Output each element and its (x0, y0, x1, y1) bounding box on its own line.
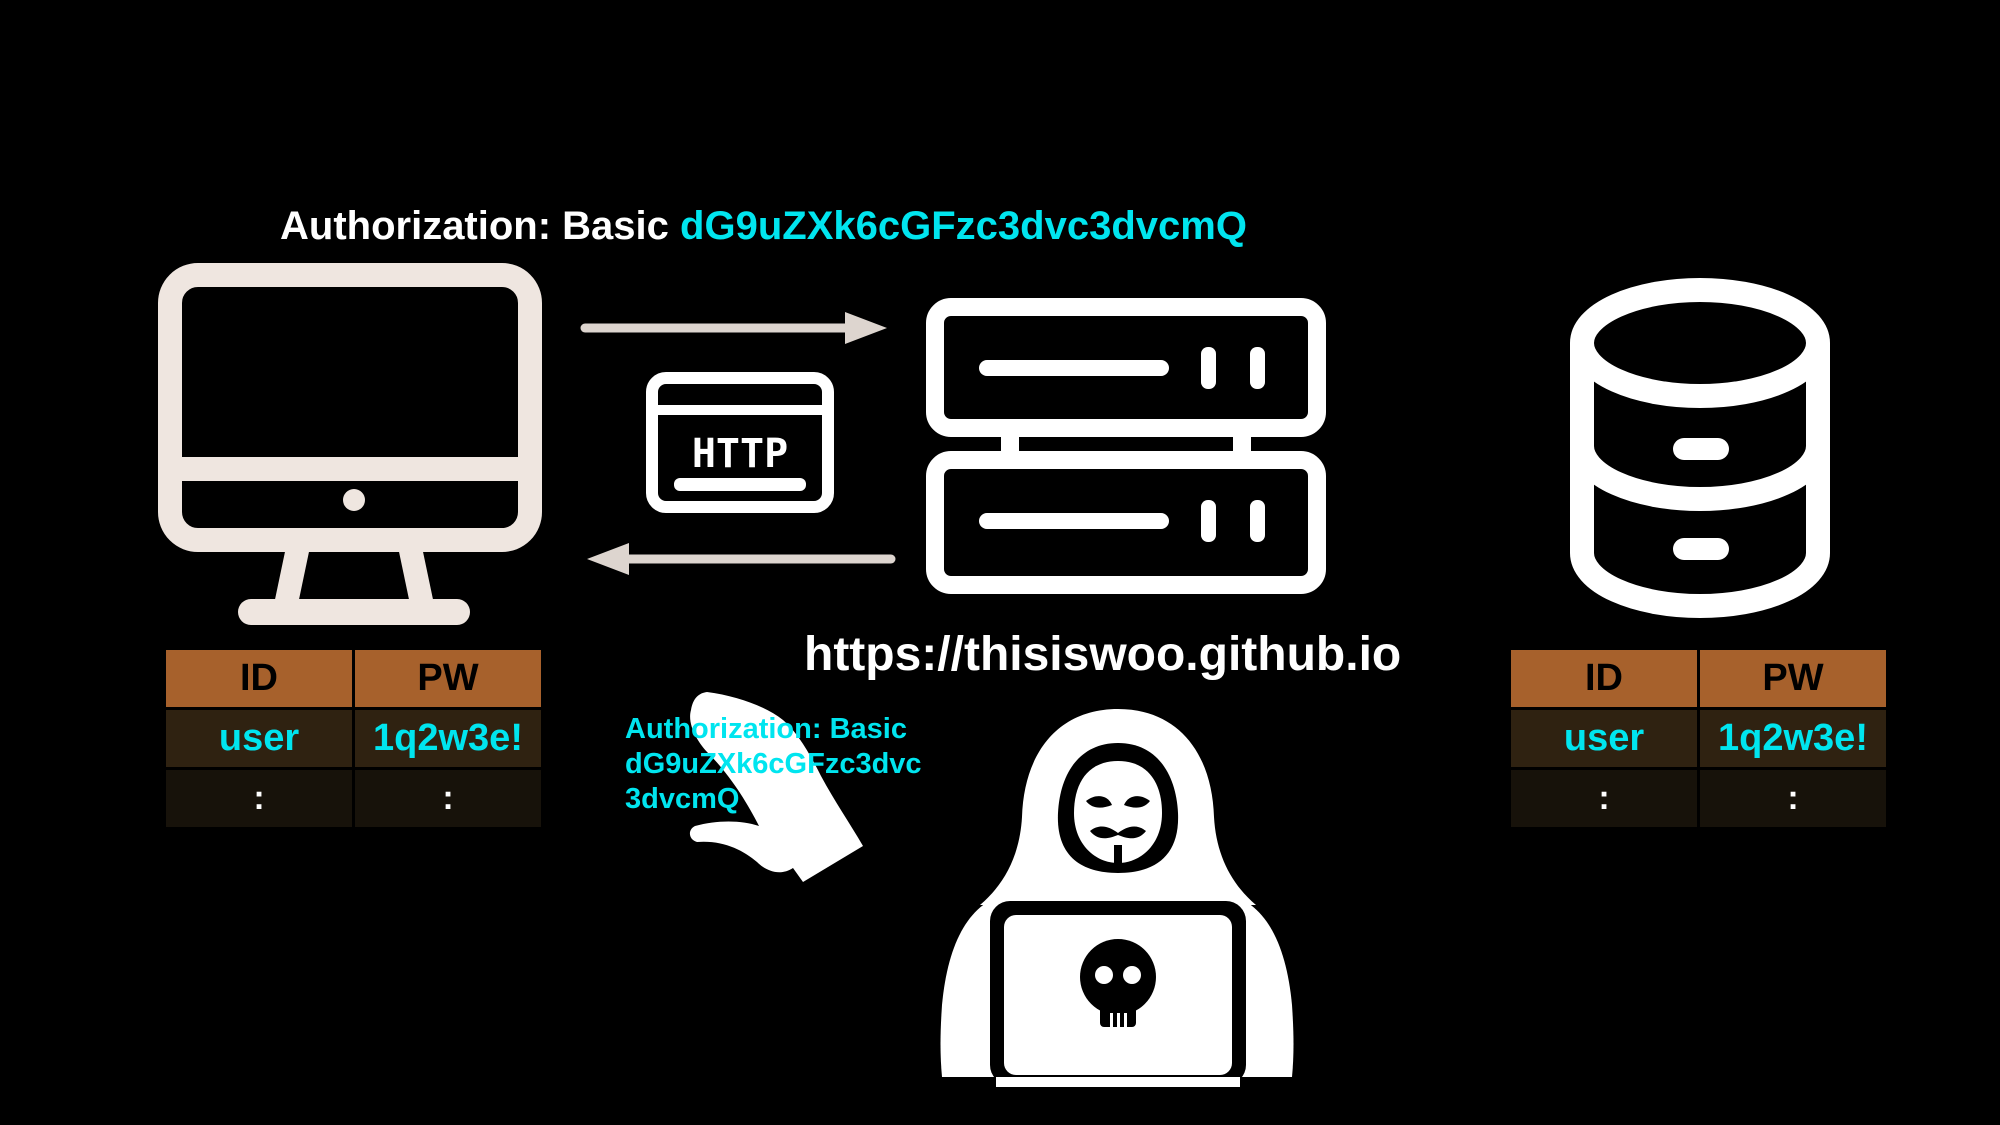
table-header-cell: ID (1511, 650, 1697, 707)
client-credentials-table: ID PW user 1q2w3e! : : (163, 647, 544, 830)
table-cell: : (166, 770, 352, 827)
table-row: user 1q2w3e! (166, 710, 541, 767)
table-row: : : (1511, 770, 1886, 827)
http-icon: HTTP (646, 372, 834, 513)
table-cell: user (1511, 710, 1697, 767)
db-credentials-table: ID PW user 1q2w3e! : : (1508, 647, 1889, 830)
table-header-cell: PW (355, 650, 541, 707)
database-icon (1570, 278, 1830, 618)
stolen-line: dG9uZXk6cGFzc3dvc (625, 748, 922, 780)
request-header-text: Authorization: Basic dG9uZXk6cGFzc3dvc3d… (280, 200, 1247, 252)
stolen-line: Authorization: Basic (625, 713, 907, 745)
server-url: https://thisiswoo.github.io (804, 628, 1402, 681)
table-cell: : (1511, 770, 1697, 827)
server-icon (926, 298, 1326, 594)
http-badge-text: HTTP (692, 431, 788, 477)
table-header-cell: ID (166, 650, 352, 707)
table-row: user 1q2w3e! (1511, 710, 1886, 767)
table-header-row: ID PW (1511, 650, 1886, 707)
table-cell: : (1700, 770, 1886, 827)
table-cell: 1q2w3e! (355, 710, 541, 767)
stolen-header-text: Authorization: Basic dG9uZXk6cGFzc3dvc 3… (625, 712, 922, 817)
arrow-right-icon (580, 312, 887, 344)
table-cell: 1q2w3e! (1700, 710, 1886, 767)
table-cell: user (166, 710, 352, 767)
auth-token: dG9uZXk6cGFzc3dvc3dvcmQ (680, 204, 1247, 248)
auth-prefix: Authorization: Basic (280, 204, 669, 248)
table-cell: : (355, 770, 541, 827)
table-row: : : (166, 770, 541, 827)
table-header-row: ID PW (166, 650, 541, 707)
table-header-cell: PW (1700, 650, 1886, 707)
monitor-icon (158, 263, 542, 625)
stolen-line: 3dvcmQ (625, 783, 740, 815)
hacker-icon (940, 709, 1294, 1087)
arrow-left-icon (587, 543, 896, 575)
